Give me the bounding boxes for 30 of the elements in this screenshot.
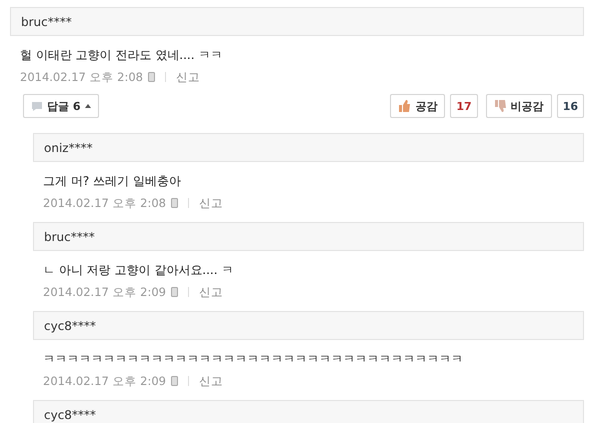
comment-date: 2014.02.17 오후 2:09 [43, 374, 166, 388]
dislike-button[interactable]: 비공감 [486, 94, 552, 118]
reply-text: 그게 머? 쓰레기 일베충아 [43, 173, 182, 190]
report-link[interactable]: 신고 [176, 70, 200, 84]
comment-date: 2014.02.17 오후 2:08 [20, 70, 143, 84]
reply-header: oniz**** [33, 133, 584, 162]
phone-icon [170, 287, 178, 297]
phone-icon [170, 198, 178, 208]
report-link[interactable]: 신고 [198, 284, 223, 300]
phone-icon [170, 376, 178, 386]
comment-date: 2014.02.17 오후 2:09 [43, 284, 166, 300]
like-button[interactable]: 공감 [390, 94, 446, 118]
comment-date: 2014.02.17 오후 2:08 [43, 196, 166, 210]
reply-header: cyc8**** [33, 400, 584, 423]
reply-header: cyc8**** [33, 311, 584, 340]
reply-toggle-button[interactable]: 답글 6 [23, 94, 98, 118]
comment-header: bruc**** [10, 7, 584, 36]
speech-bubble-icon [31, 100, 43, 112]
reply-text: ㄴ 아니 저랑 고향이 같아서요.... ㅋ [43, 262, 234, 279]
comment-text: 헐 이태란 고향이 전라도 였네.... ㅋㅋ [20, 47, 224, 64]
thumbs-up-icon [398, 100, 412, 112]
thumbs-down-icon [494, 100, 507, 112]
report-link[interactable]: 신고 [198, 374, 223, 388]
phone-icon [148, 72, 155, 82]
reply-header: bruc**** [33, 222, 584, 251]
dislike-count: 16 [556, 94, 584, 118]
report-link[interactable]: 신고 [198, 196, 223, 210]
like-count: 17 [450, 94, 478, 118]
caret-icon [84, 104, 90, 108]
reply-text: ㅋㅋㅋㅋㅋㅋㅋㅋㅋㅋㅋㅋㅋㅋㅋㅋㅋㅋㅋㅋㅋㅋㅋㅋㅋㅋㅋㅋㅋㅋㅋㅋㅋㅋㅋ [43, 351, 464, 368]
